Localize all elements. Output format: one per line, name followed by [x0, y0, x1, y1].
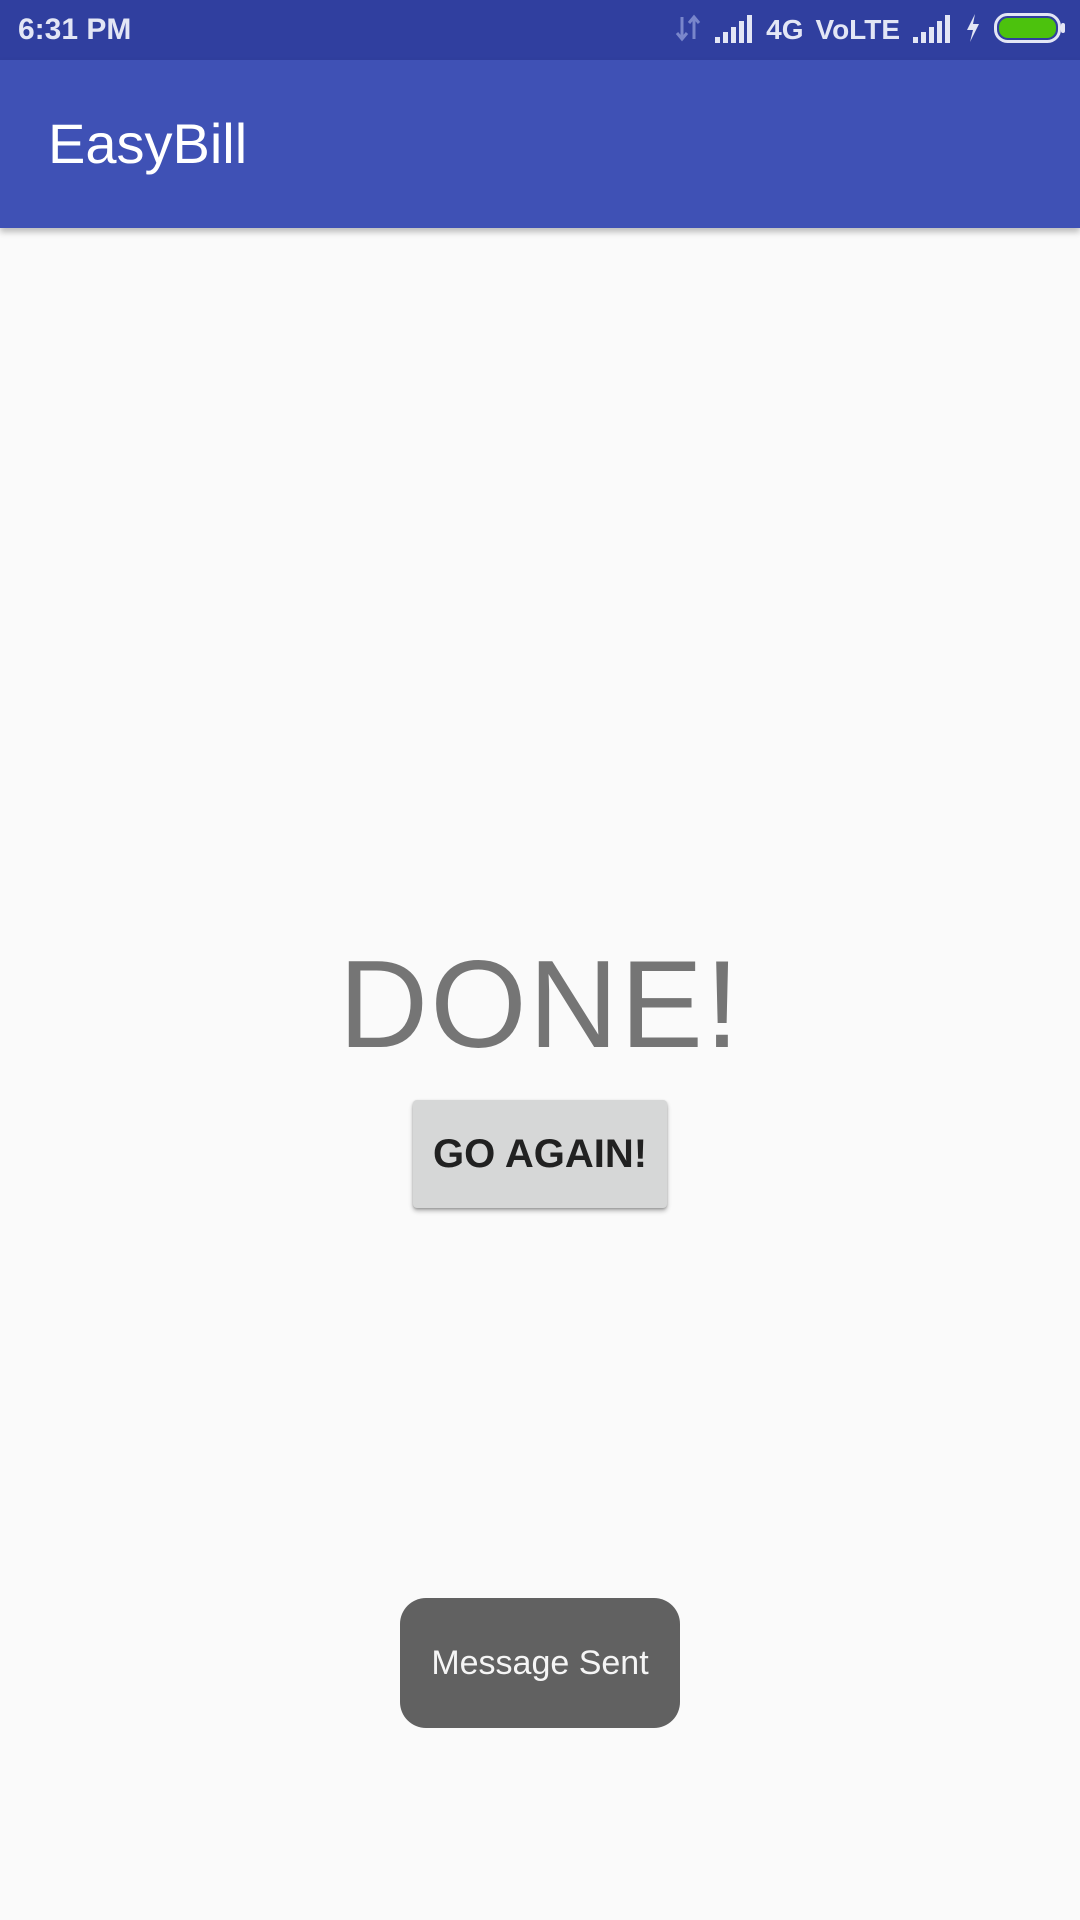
go-again-button[interactable]: GO AGAIN!	[413, 1100, 667, 1208]
charging-bolt-icon	[964, 13, 982, 48]
status-time: 6:31 PM	[18, 13, 132, 46]
toast-message: Message Sent	[400, 1598, 680, 1728]
status-bar: 6:31 PM 4G VoLTE	[0, 0, 1080, 60]
data-arrows-icon	[674, 13, 702, 48]
battery-icon	[994, 12, 1066, 49]
done-heading: DONE!	[338, 936, 742, 1074]
app-title: EasyBill	[48, 112, 248, 175]
signal-bars-icon	[714, 13, 754, 48]
signal-bars-icon	[912, 13, 952, 48]
status-icons: 4G VoLTE	[662, 10, 1066, 50]
volte-label: VoLTE	[815, 14, 900, 45]
app-bar: EasyBill	[0, 60, 1080, 228]
network-type-label: 4G	[766, 14, 804, 45]
